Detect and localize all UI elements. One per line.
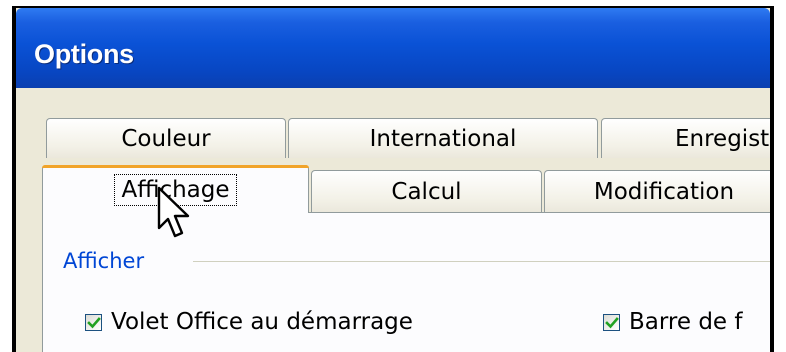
group-label-afficher: Afficher bbox=[63, 249, 153, 273]
checkbox-box[interactable] bbox=[603, 313, 620, 331]
checkbox-box[interactable] bbox=[85, 313, 102, 331]
window-title: Options bbox=[34, 39, 134, 69]
options-dialog: Options Couleur International Enregist A… bbox=[12, 6, 774, 352]
tab-label: International bbox=[369, 125, 517, 152]
tab-modification[interactable]: Modification bbox=[544, 170, 770, 212]
tab-couleur[interactable]: Couleur bbox=[46, 118, 286, 158]
checkbox-volet-office[interactable]: Volet Office au démarrage bbox=[85, 309, 413, 335]
tab-panel-affichage: Afficher Volet Office au démarrage Barre… bbox=[42, 212, 770, 352]
tab-label: Modification bbox=[593, 178, 735, 205]
checkbox-label: Volet Office au démarrage bbox=[111, 309, 413, 335]
tab-enregistrement[interactable]: Enregist bbox=[601, 118, 770, 158]
dialog-body: Couleur International Enregist Affichage… bbox=[16, 88, 770, 352]
tab-label: Enregist bbox=[675, 125, 770, 152]
checkmark-icon bbox=[605, 316, 619, 328]
group-divider bbox=[193, 261, 770, 262]
tab-international[interactable]: International bbox=[288, 118, 598, 158]
tab-label: Calcul bbox=[391, 178, 462, 205]
checkmark-icon bbox=[87, 316, 101, 328]
tab-label: Couleur bbox=[121, 125, 211, 152]
mouse-pointer-icon bbox=[157, 186, 190, 238]
checkbox-label: Barre de f bbox=[629, 309, 743, 335]
title-bar[interactable]: Options bbox=[16, 8, 770, 88]
tab-calcul[interactable]: Calcul bbox=[311, 170, 542, 212]
checkbox-barre[interactable]: Barre de f bbox=[603, 309, 743, 335]
